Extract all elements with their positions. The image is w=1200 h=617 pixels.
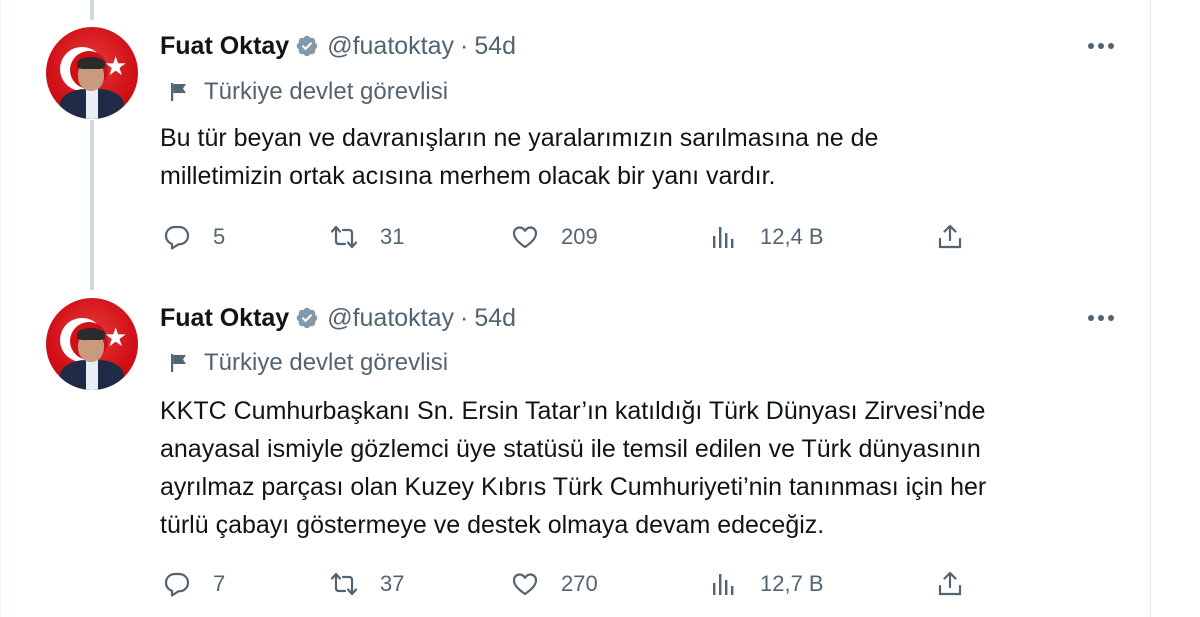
author-handle[interactable]: @fuatoktay [327, 32, 454, 61]
like-count: 209 [561, 224, 598, 249]
share-button[interactable] [936, 569, 964, 599]
tweet[interactable]: ★ Fuat Oktay @fuatoktay · 54d Türkiye de… [0, 290, 1150, 617]
avatar-person-shirt [86, 89, 98, 119]
tweet-text: KKTC Cumhurbaşkanı Sn. Ersin Tatar’ın ka… [160, 397, 987, 539]
views-icon [713, 574, 734, 595]
government-label[interactable]: Türkiye devlet görevlisi [168, 348, 448, 378]
reply-button[interactable]: 5 [163, 222, 225, 252]
avatar[interactable]: ★ [46, 27, 138, 119]
avatar-person-hair [77, 57, 105, 69]
government-label-text: Türkiye devlet görevlisi [204, 349, 449, 376]
tweet-actions: 5 31 209 12,4 B [0, 222, 1150, 252]
share-icon [938, 571, 962, 596]
avatar-person-shirt [86, 360, 98, 390]
tweet-header: Fuat Oktay @fuatoktay · 54d [160, 30, 516, 62]
like-count: 270 [561, 571, 598, 596]
like-icon [512, 226, 538, 249]
avatar[interactable]: ★ [46, 298, 138, 390]
like-button[interactable]: 270 [511, 569, 598, 599]
government-flag-icon [171, 354, 186, 372]
like-button[interactable]: 209 [511, 222, 598, 252]
government-label[interactable]: Türkiye devlet görevlisi [168, 77, 448, 107]
government-flag-icon [171, 83, 186, 101]
avatar-flag-star: ★ [104, 51, 128, 81]
retweet-button[interactable]: 37 [330, 569, 404, 599]
retweet-count: 37 [380, 571, 405, 596]
verified-badge-icon [296, 35, 318, 57]
views-count: 12,7 B [760, 571, 824, 596]
tweet-timestamp[interactable]: 54d [474, 304, 516, 333]
more-icon[interactable] [1084, 34, 1118, 58]
timeline-right-border [1150, 0, 1151, 617]
reply-icon [164, 572, 190, 597]
reply-icon [164, 225, 190, 250]
tweet-text: Bu tür beyan ve davranışların ne yaralar… [160, 124, 879, 190]
separator-dot: · [460, 31, 469, 60]
retweet-icon [330, 572, 358, 596]
tweet-timestamp[interactable]: 54d [474, 32, 516, 61]
tweet-actions: 7 37 270 12,7 B [0, 569, 1150, 599]
views-icon [713, 227, 734, 248]
share-icon [938, 224, 962, 249]
reply-count: 5 [213, 224, 226, 249]
verified-badge-icon [296, 307, 318, 329]
retweet-count: 31 [380, 224, 405, 249]
author-handle[interactable]: @fuatoktay [327, 304, 454, 333]
government-label-text: Türkiye devlet görevlisi [204, 78, 449, 105]
avatar-person-hair [77, 328, 105, 340]
tweet-header: Fuat Oktay @fuatoktay · 54d [160, 302, 516, 334]
share-button[interactable] [936, 222, 964, 252]
retweet-button[interactable]: 31 [330, 222, 404, 252]
tweet[interactable]: ★ Fuat Oktay @fuatoktay · 54d Türkiye de… [0, 0, 1150, 290]
retweet-icon [330, 225, 358, 249]
avatar-flag-star: ★ [104, 322, 128, 352]
views-button[interactable]: 12,4 B [710, 222, 824, 252]
like-icon [512, 573, 538, 596]
more-icon[interactable] [1084, 306, 1118, 330]
author-name[interactable]: Fuat Oktay [160, 32, 289, 61]
views-button[interactable]: 12,7 B [710, 569, 824, 599]
reply-button[interactable]: 7 [163, 569, 225, 599]
reply-count: 7 [213, 571, 226, 596]
separator-dot: · [460, 303, 469, 332]
views-count: 12,4 B [760, 224, 824, 249]
author-name[interactable]: Fuat Oktay [160, 304, 289, 333]
